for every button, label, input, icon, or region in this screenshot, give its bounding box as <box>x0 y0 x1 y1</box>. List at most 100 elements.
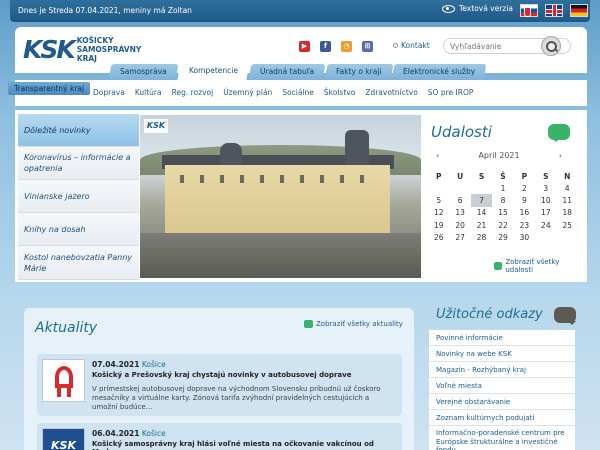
calendar-day[interactable]: 22 <box>492 219 513 231</box>
calendar-day[interactable]: 18 <box>557 207 578 219</box>
ribbon-leg <box>67 384 71 397</box>
calendar-body: 1 2 3 4 5 6 7 8 9 10 11 12 13 14 15 16 17 18 19 20 21 22 23 24 2… <box>428 182 578 244</box>
tab-label: Úradná tabuľa <box>259 67 314 76</box>
calendar-day[interactable]: 6 <box>449 194 470 206</box>
subnav-item-kultura[interactable]: Kultúra <box>135 88 172 97</box>
subnav-item-so-pre-irop[interactable]: SO pre IROP <box>428 88 484 97</box>
calendar-icon <box>494 262 503 270</box>
calendar-day[interactable]: 3 <box>535 182 556 194</box>
weekday-label: S <box>543 171 549 181</box>
useful-link[interactable]: Novinky na webe KSK <box>429 346 575 362</box>
contact-label: Kontakt <box>401 41 430 50</box>
calendar-day[interactable]: 5 <box>428 194 449 206</box>
subnav-item-socialne[interactable]: Sociálne <box>282 88 324 97</box>
language-switcher <box>520 4 588 17</box>
calendar-day[interactable]: 16 <box>514 207 535 219</box>
calendar-day[interactable]: 30 <box>514 232 535 244</box>
youtube-icon[interactable]: ▶ <box>299 41 310 52</box>
calendar-day[interactable]: 29 <box>492 232 513 244</box>
calendar-day[interactable]: 2 <box>514 182 535 194</box>
subnav-item-zdravotnictvo[interactable]: Zdravotníctvo <box>365 88 427 97</box>
calendar-day[interactable]: 9 <box>514 194 535 206</box>
news-thumbnail[interactable]: KSK <box>42 428 85 450</box>
useful-link[interactable]: Povinné informácie <box>429 330 575 346</box>
text-version-link[interactable]: Textová verzia <box>442 4 513 13</box>
sub-navigation: Transparentný kraj Doprava Kultúra Reg. … <box>8 80 587 106</box>
calendar-day[interactable]: 26 <box>428 232 449 244</box>
sitemap-icon[interactable]: ⊞ <box>362 41 373 52</box>
featured-item[interactable]: Koronavírus – informácie a opatrenia <box>18 147 139 180</box>
ksk-logo[interactable]: KSK KOŠICKÝ SAMOSPRÁVNY KRAJ <box>23 35 141 64</box>
all-events-link[interactable]: Zobraziť všetky udalosti <box>494 258 583 274</box>
german-flag-icon[interactable] <box>570 4 588 17</box>
useful-link[interactable]: Verejné obstarávanie <box>429 394 575 410</box>
calendar-day <box>428 182 449 194</box>
calendar-day[interactable]: 14 <box>471 207 492 219</box>
calendar-prev-button[interactable]: ‹ <box>436 151 439 160</box>
weekday-label: Š <box>500 171 506 181</box>
calendar-day[interactable]: 19 <box>428 219 449 231</box>
calendar-week-row: 19 20 21 22 23 24 25 <box>428 219 578 231</box>
news-headline[interactable]: Košický a Prešovský kraj chystajú novink… <box>92 371 397 379</box>
subnav-item-doprava[interactable]: Doprava <box>93 88 135 97</box>
calendar-day[interactable]: 28 <box>471 232 492 244</box>
calendar-day[interactable]: 20 <box>449 219 470 231</box>
tab-elektronicke-sluzby[interactable]: Elektronické služby <box>391 64 487 80</box>
all-news-link[interactable]: Zobraziť všetky aktuality <box>304 320 403 328</box>
subnav-items: Doprava Kultúra Reg. rozvoj Územný plán … <box>93 88 483 97</box>
news-item[interactable]: KSK 06.04.2021 Košice Košický samosprávn… <box>37 423 402 450</box>
weekday-label: N <box>564 171 571 181</box>
calendar-day[interactable]: 4 <box>557 182 578 194</box>
useful-link[interactable]: Magazín - Rozhýbaný kraj <box>429 362 575 378</box>
news-headline[interactable]: Košický samosprávny kraj hlási voľné mie… <box>92 440 397 450</box>
tab-samosprava[interactable]: Samospráva <box>108 64 179 80</box>
news-city: Košice <box>141 360 166 369</box>
events-panel: Udalosti ‹ April 2021 › P U S Š P S N 1 … <box>428 115 583 278</box>
featured-item[interactable]: Vinianske jazero <box>18 180 139 213</box>
subnav-item-skolstvo[interactable]: Školstvo <box>324 88 365 97</box>
featured-photo[interactable]: KSK <box>140 115 421 278</box>
featured-item[interactable]: Dôležité novinky <box>18 114 139 147</box>
tab-uradna-tabula[interactable]: Úradná tabuľa <box>248 64 326 80</box>
calendar-day[interactable]: 23 <box>514 219 535 231</box>
news-icon <box>304 320 313 328</box>
calendar-day[interactable]: 8 <box>492 194 513 206</box>
useful-link[interactable]: Informačno-poradenské centrum pre Európs… <box>429 426 575 450</box>
tab-kompetencie[interactable]: Kompetencie <box>177 62 250 80</box>
facebook-icon[interactable]: f <box>320 41 331 52</box>
calendar-day[interactable]: 15 <box>492 207 513 219</box>
useful-link[interactable]: Zoznam kultúrnych podujatí <box>429 410 575 426</box>
subnav-item-reg-rozvoj[interactable]: Reg. rozvoj <box>172 88 224 97</box>
tab-fakty-o-kraji[interactable]: Fakty o kraji <box>324 64 393 80</box>
photo-window <box>200 175 204 183</box>
all-news-label: Zobraziť všetky aktuality <box>316 320 403 328</box>
calendar-day[interactable]: 11 <box>557 194 578 206</box>
featured-item[interactable]: Knihy na dosah <box>18 213 139 246</box>
logo-line: KOŠICKÝ <box>76 36 114 45</box>
calendar-day[interactable]: 1 <box>492 182 513 194</box>
rss-icon[interactable]: ◔ <box>341 41 352 52</box>
weekday-label: U <box>457 171 464 181</box>
calendar-day[interactable]: 12 <box>428 207 449 219</box>
slovak-flag-icon[interactable] <box>520 4 538 17</box>
news-thumbnail[interactable] <box>42 359 85 402</box>
subnav-item-uzemny-plan[interactable]: Územný plán <box>223 88 282 97</box>
calendar-day[interactable]: 21 <box>471 219 492 231</box>
calendar-day[interactable]: 24 <box>535 219 556 231</box>
calendar-day[interactable]: 25 <box>557 219 578 231</box>
calendar-day[interactable]: 13 <box>449 207 470 219</box>
calendar-next-button[interactable]: › <box>559 151 562 160</box>
hero-panel: Dôležité novinky Koronavírus – informáci… <box>15 110 587 282</box>
contact-link[interactable]: Kontakt <box>393 41 430 50</box>
english-flag-icon[interactable] <box>545 4 563 17</box>
subnav-current-item[interactable]: Transparentný kraj <box>8 82 91 95</box>
calendar-day[interactable]: 27 <box>449 232 470 244</box>
calendar-day[interactable]: 7 <box>470 194 493 207</box>
photo-logo-badge: KSK <box>144 119 168 133</box>
search-icon[interactable] <box>541 36 561 56</box>
featured-item[interactable]: Kostol nanebovzatia Panny Márie <box>18 246 139 280</box>
calendar-day[interactable]: 17 <box>535 207 556 219</box>
calendar-day[interactable]: 10 <box>535 194 556 206</box>
useful-link[interactable]: Voľné miesta <box>429 378 575 394</box>
news-item[interactable]: 07.04.2021 Košice Košický a Prešovský kr… <box>37 354 402 416</box>
